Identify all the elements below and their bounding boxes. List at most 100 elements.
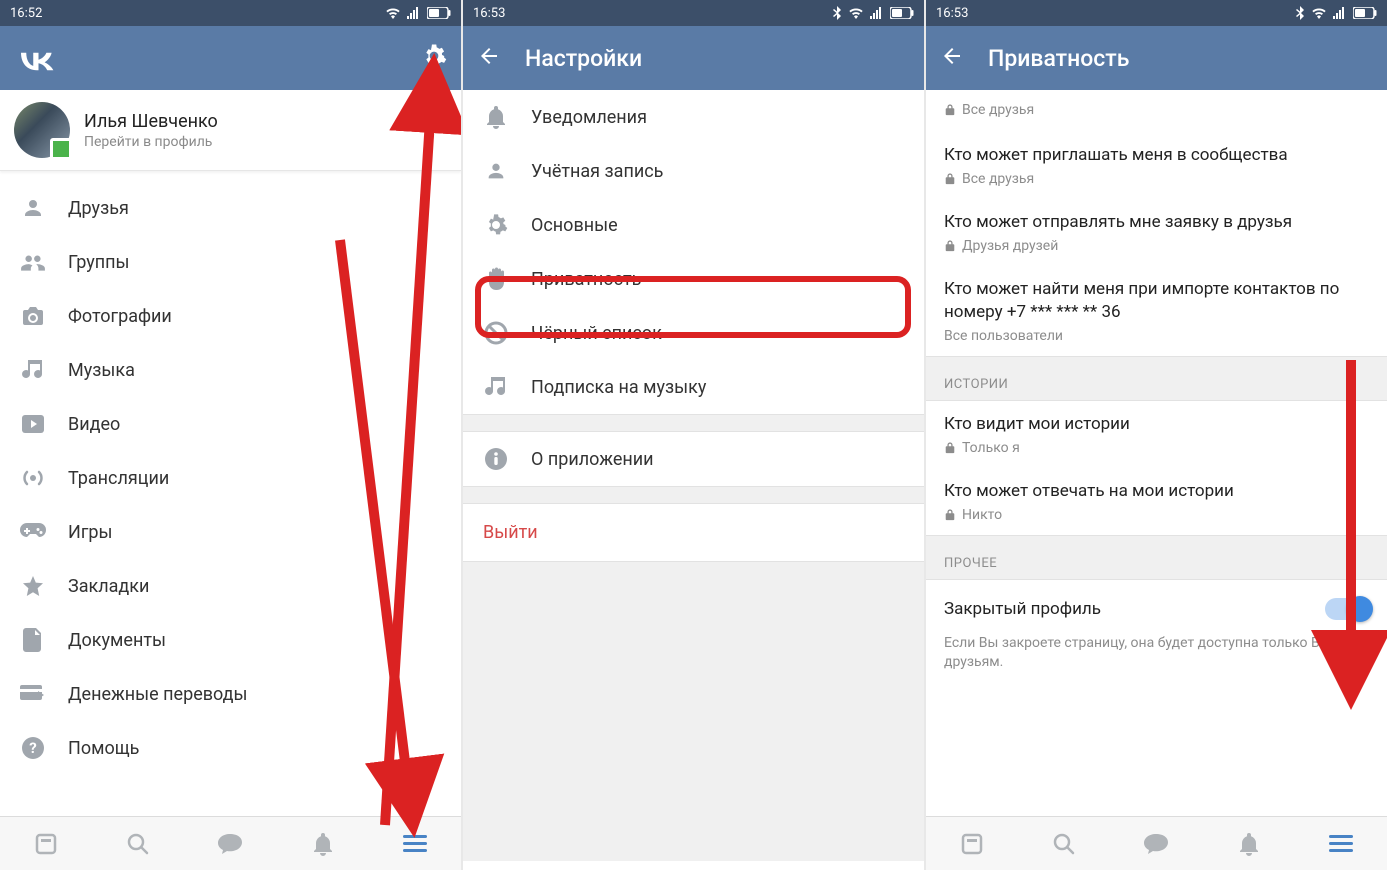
screen-privacy: 16:53 Приватность Все друзья Кто может п…: [926, 0, 1387, 870]
nav-friends[interactable]: Друзья: [0, 181, 461, 235]
settings-label: Учётная запись: [531, 161, 663, 182]
settings-label: О приложении: [531, 449, 654, 470]
privacy-value: Все друзья: [962, 102, 1034, 118]
status-bar: 16:53: [926, 0, 1387, 26]
tab-feed[interactable]: [958, 830, 986, 858]
privacy-title: Кто может отправлять мне заявку в друзья: [944, 211, 1369, 234]
nav-label: Денежные переводы: [68, 684, 248, 705]
nav-help[interactable]: ? Помощь: [0, 721, 461, 775]
content: Уведомления Учётная запись Основные Прив…: [463, 90, 924, 870]
privacy-row-import[interactable]: Кто может найти меня при импорте контакт…: [926, 266, 1387, 356]
tab-messages[interactable]: [216, 830, 244, 858]
nav-music[interactable]: Музыка: [0, 343, 461, 397]
settings-label: Приватность: [531, 269, 641, 290]
back-button[interactable]: [940, 44, 964, 72]
status-icons: [1295, 6, 1377, 20]
settings-account[interactable]: Учётная запись: [463, 144, 924, 198]
privacy-row-stories-see[interactable]: Кто видит мои истории Только я: [926, 401, 1387, 468]
lock-icon: [944, 509, 956, 521]
logout-button[interactable]: Выйти: [463, 504, 924, 561]
tab-search[interactable]: [1050, 830, 1078, 858]
nav-groups[interactable]: Группы: [0, 235, 461, 289]
content: Все друзья Кто может приглашать меня в с…: [926, 90, 1387, 816]
lock-icon: [944, 442, 956, 454]
privacy-title: Кто может приглашать меня в сообщества: [944, 144, 1369, 167]
settings-privacy[interactable]: Приватность: [463, 252, 924, 306]
tab-feed[interactable]: [32, 830, 60, 858]
tab-notifications[interactable]: [1235, 830, 1263, 858]
vk-logo-icon: [14, 45, 56, 71]
profile-card[interactable]: Илья Шевченко Перейти в профиль: [0, 90, 461, 171]
tab-search[interactable]: [124, 830, 152, 858]
wifi-icon: [1311, 7, 1327, 19]
tab-menu[interactable]: [401, 830, 429, 858]
back-button[interactable]: [477, 44, 501, 72]
settings-button[interactable]: [421, 43, 447, 73]
battery-icon: [427, 7, 451, 19]
nav-label: Видео: [68, 414, 120, 435]
nav-bookmarks[interactable]: Закладки: [0, 559, 461, 613]
info-icon: [483, 446, 509, 472]
settings-about[interactable]: О приложении: [463, 432, 924, 486]
header-title: Настройки: [525, 45, 642, 72]
tab-menu[interactable]: [1327, 830, 1355, 858]
star-icon: [20, 573, 46, 599]
header: Настройки: [463, 26, 924, 90]
privacy-row-friend-request[interactable]: Кто может отправлять мне заявку в друзья…: [926, 199, 1387, 266]
tab-notifications[interactable]: [309, 830, 337, 858]
status-bar: 16:53: [463, 0, 924, 26]
bell-icon: [483, 104, 509, 130]
toggle-switch[interactable]: [1325, 598, 1369, 620]
music-icon: [483, 374, 509, 400]
arrow-left-icon: [477, 44, 501, 68]
status-icons: [385, 7, 451, 19]
nav-videos[interactable]: Видео: [0, 397, 461, 451]
help-icon: ?: [20, 735, 46, 761]
screen-menu: 16:52 Илья Шевченко Перейти в профиль Др…: [0, 0, 461, 870]
nav-docs[interactable]: Документы: [0, 613, 461, 667]
signal-icon: [870, 7, 884, 19]
privacy-row-stories-reply[interactable]: Кто может отвечать на мои истории Никто: [926, 468, 1387, 535]
video-icon: [20, 411, 46, 437]
settings-blacklist[interactable]: Чёрный список: [463, 306, 924, 360]
nav-games[interactable]: Игры: [0, 505, 461, 559]
settings-notifications[interactable]: Уведомления: [463, 90, 924, 144]
status-time: 16:53: [936, 6, 968, 21]
people-icon: [20, 249, 46, 275]
settings-music-sub[interactable]: Подписка на музыку: [463, 360, 924, 414]
nav-label: Документы: [68, 630, 166, 651]
block-icon: [483, 320, 509, 346]
nav-money[interactable]: Денежные переводы: [0, 667, 461, 721]
nav-label: Трансляции: [68, 468, 169, 489]
privacy-value: Никто: [962, 507, 1002, 523]
settings-label: Уведомления: [531, 107, 647, 128]
person-icon: [20, 195, 46, 221]
bottom-nav: [926, 816, 1387, 870]
person-icon: [483, 158, 509, 184]
nav-label: Друзья: [68, 198, 129, 219]
profile-name: Илья Шевченко: [84, 111, 218, 132]
wifi-icon: [385, 7, 401, 19]
settings-general[interactable]: Основные: [463, 198, 924, 252]
privacy-row-invite-groups[interactable]: Кто может приглашать меня в сообщества В…: [926, 132, 1387, 199]
music-icon: [20, 357, 46, 383]
screen-settings: 16:53 Настройки Уведомления Учётная запи…: [463, 0, 924, 870]
header-title: Приватность: [988, 45, 1129, 72]
settings-label: Чёрный список: [531, 323, 662, 344]
section-header-other: ПРОЧЕЕ: [926, 535, 1387, 580]
arrow-left-icon: [940, 44, 964, 68]
tab-messages[interactable]: [1142, 830, 1170, 858]
header: Приватность: [926, 26, 1387, 90]
gear-icon: [483, 212, 509, 238]
lock-icon: [944, 104, 956, 116]
status-time: 16:52: [10, 6, 42, 21]
profile-subtitle: Перейти в профиль: [84, 134, 218, 150]
nav-live[interactable]: Трансляции: [0, 451, 461, 505]
nav-photos[interactable]: Фотографии: [0, 289, 461, 343]
avatar: [14, 102, 70, 158]
privacy-closed-profile[interactable]: Закрытый профиль: [926, 580, 1387, 630]
privacy-value: Друзья друзей: [962, 238, 1058, 254]
privacy-row-top[interactable]: Все друзья: [926, 90, 1387, 132]
lock-icon: [944, 240, 956, 252]
privacy-title: Кто может найти меня при импорте контакт…: [944, 278, 1369, 324]
